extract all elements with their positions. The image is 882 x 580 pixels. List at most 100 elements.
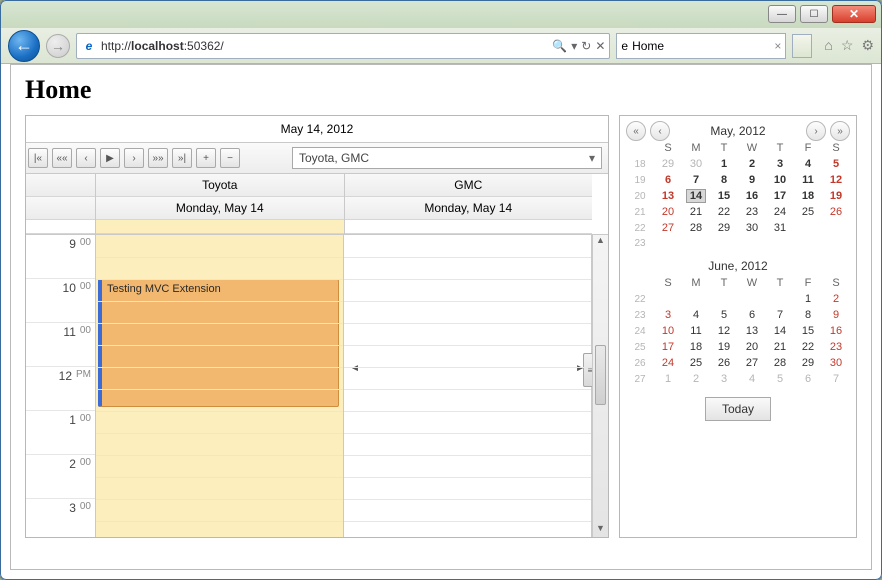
calendar-day[interactable]: 20 (738, 339, 766, 355)
calendar-day[interactable] (738, 291, 766, 307)
calendar-day[interactable]: 20 (654, 204, 682, 220)
time-cell-col-toyota[interactable]: Testing MVC Extension (96, 235, 344, 537)
calendar-day[interactable]: 21 (682, 204, 710, 220)
calendar-day[interactable]: 21 (766, 339, 794, 355)
sched-last-button[interactable]: »| (172, 148, 192, 168)
calendar-day[interactable]: 6 (794, 371, 822, 387)
window-maximize-button[interactable]: ☐ (800, 5, 828, 23)
calendar-day[interactable]: 14 (682, 188, 710, 204)
nav-forward-button[interactable]: → (46, 34, 70, 58)
calendar-day[interactable]: 11 (794, 172, 822, 188)
calendar-day[interactable]: 1 (794, 291, 822, 307)
cal-next-month-button[interactable]: › (806, 121, 826, 141)
calendar-day[interactable]: 29 (794, 355, 822, 371)
calendar-day[interactable]: 19 (710, 339, 738, 355)
resource-dropdown[interactable]: Toyota, GMC (292, 147, 602, 169)
dropdown-icon[interactable]: ▾ (571, 39, 577, 53)
calendar-day[interactable]: 10 (654, 323, 682, 339)
sched-prev-button[interactable]: ‹ (76, 148, 96, 168)
calendar-day[interactable]: 24 (654, 355, 682, 371)
calendar-day[interactable]: 18 (682, 339, 710, 355)
calendar-day[interactable]: 5 (766, 371, 794, 387)
calendar-day[interactable]: 11 (682, 323, 710, 339)
calendar-day[interactable]: 8 (794, 307, 822, 323)
calendar-day[interactable]: 8 (710, 172, 738, 188)
home-icon[interactable]: ⌂ (824, 37, 832, 54)
scroll-left-icon[interactable]: ◄ (350, 363, 360, 374)
calendar-day[interactable] (766, 236, 794, 251)
calendar-day[interactable] (794, 220, 822, 236)
calendar-day[interactable]: 27 (738, 355, 766, 371)
calendar-day[interactable]: 3 (710, 371, 738, 387)
calendar-day[interactable] (710, 291, 738, 307)
calendar-day[interactable]: 4 (738, 371, 766, 387)
sched-fastnext-button[interactable]: »» (148, 148, 168, 168)
calendar-day[interactable]: 19 (822, 188, 850, 204)
calendar-day[interactable] (654, 236, 682, 251)
today-button[interactable]: Today (705, 397, 771, 421)
calendar-day[interactable]: 16 (822, 323, 850, 339)
calendar-day[interactable]: 15 (710, 188, 738, 204)
calendar-day[interactable]: 28 (766, 355, 794, 371)
address-bar[interactable]: e http://localhost:50362/ 🔍 ▾ ↻ ✕ (76, 33, 610, 59)
sched-zoomout-button[interactable]: − (220, 148, 240, 168)
stop-icon[interactable]: ✕ (595, 39, 605, 53)
scroll-down-icon[interactable]: ▼ (593, 523, 608, 537)
sched-play-button[interactable]: ▶ (100, 148, 120, 168)
favorites-icon[interactable]: ☆ (841, 37, 854, 54)
tab-close-icon[interactable]: × (774, 39, 781, 53)
time-cell-col-gmc[interactable]: ◄► ≡ (344, 235, 592, 537)
scrollbar-thumb[interactable] (595, 345, 606, 405)
calendar-day[interactable]: 16 (738, 188, 766, 204)
calendar-day[interactable]: 1 (710, 156, 738, 172)
calendar-day[interactable]: 12 (710, 323, 738, 339)
new-tab-button[interactable] (792, 34, 812, 58)
search-icon[interactable]: 🔍 (552, 39, 567, 53)
calendar-day[interactable]: 30 (822, 355, 850, 371)
calendar-day[interactable]: 23 (738, 204, 766, 220)
calendar-day[interactable]: 22 (710, 204, 738, 220)
calendar-day[interactable]: 7 (766, 307, 794, 323)
calendar-day[interactable]: 31 (766, 220, 794, 236)
settings-icon[interactable]: ⚙ (861, 37, 874, 54)
calendar-day[interactable] (822, 236, 850, 251)
calendar-day[interactable] (682, 291, 710, 307)
calendar-day[interactable]: 27 (654, 220, 682, 236)
calendar-day[interactable]: 29 (710, 220, 738, 236)
calendar-day[interactable] (794, 236, 822, 251)
calendar-day[interactable]: 3 (766, 156, 794, 172)
calendar-day[interactable]: 25 (682, 355, 710, 371)
calendar-day[interactable]: 5 (822, 156, 850, 172)
scroll-up-icon[interactable]: ▲ (593, 235, 608, 249)
calendar-day[interactable]: 9 (738, 172, 766, 188)
calendar-day[interactable]: 23 (822, 339, 850, 355)
calendar-day[interactable]: 28 (682, 220, 710, 236)
browser-tab[interactable]: e Home × (616, 33, 786, 59)
calendar-day[interactable]: 4 (794, 156, 822, 172)
calendar-day[interactable]: 18 (794, 188, 822, 204)
calendar-day[interactable] (710, 236, 738, 251)
calendar-day[interactable]: 10 (766, 172, 794, 188)
window-minimize-button[interactable]: — (768, 5, 796, 23)
calendar-day[interactable]: 14 (766, 323, 794, 339)
sched-next-button[interactable]: › (124, 148, 144, 168)
calendar-day[interactable] (654, 291, 682, 307)
cal-prev-year-button[interactable]: « (626, 121, 646, 141)
calendar-day[interactable]: 26 (710, 355, 738, 371)
calendar-day[interactable]: 30 (682, 156, 710, 172)
calendar-day[interactable]: 2 (682, 371, 710, 387)
allday-cell[interactable] (96, 220, 344, 234)
allday-cell[interactable] (345, 220, 593, 234)
calendar-day[interactable]: 13 (738, 323, 766, 339)
calendar-day[interactable]: 17 (654, 339, 682, 355)
calendar-day[interactable]: 4 (682, 307, 710, 323)
calendar-day[interactable]: 30 (738, 220, 766, 236)
calendar-day[interactable] (766, 291, 794, 307)
calendar-day[interactable]: 5 (710, 307, 738, 323)
appointment[interactable]: Testing MVC Extension (98, 279, 339, 407)
refresh-icon[interactable]: ↻ (581, 39, 591, 53)
sched-first-button[interactable]: |« (28, 148, 48, 168)
vertical-scrollbar[interactable]: ▲ ▼ (592, 235, 608, 537)
calendar-day[interactable]: 13 (654, 188, 682, 204)
calendar-day[interactable]: 2 (822, 291, 850, 307)
